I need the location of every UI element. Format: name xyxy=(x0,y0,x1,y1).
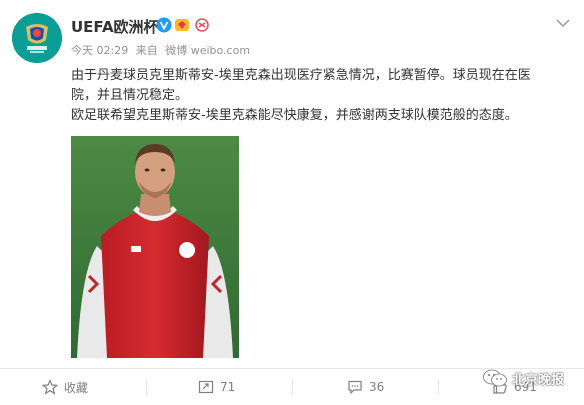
comment-count: 36 xyxy=(369,380,385,394)
favorite-button[interactable]: 收藏 xyxy=(42,369,88,405)
post-time[interactable]: 今天 02:29 xyxy=(71,44,128,57)
wechat-icon xyxy=(483,369,507,387)
watermark-text: 北京晚报 xyxy=(512,372,565,388)
player-photo xyxy=(71,136,239,358)
activity-badge-icon[interactable] xyxy=(194,17,210,33)
post-source[interactable]: 微博 weibo.com xyxy=(165,44,250,57)
repost-count: 71 xyxy=(220,380,236,394)
post-text-line: 欧足联希望克里斯蒂安-埃里克森能尽快康复，并感谢两支球队模范般的态度。 xyxy=(71,108,518,123)
action-separator xyxy=(438,379,439,395)
chevron-down-icon[interactable] xyxy=(556,18,570,28)
repost-button[interactable]: 71 xyxy=(198,369,235,405)
account-avatar[interactable] xyxy=(12,13,62,63)
euro2020-logo-icon xyxy=(12,13,62,63)
repost-icon xyxy=(198,380,214,394)
favorite-label: 收藏 xyxy=(64,380,89,395)
comment-icon xyxy=(348,380,362,395)
post-text: 由于丹麦球员克里斯蒂安-埃里克森出现医疗紧急情况，比赛暂停。球员现在在医 院，并… xyxy=(71,66,571,126)
action-separator xyxy=(146,379,147,395)
verified-icon xyxy=(156,17,172,33)
star-icon xyxy=(42,379,58,395)
action-separator xyxy=(292,379,293,395)
media-watermark: 北京晚报 xyxy=(482,368,564,388)
account-name[interactable]: UEFA欧洲杯 xyxy=(71,16,159,37)
post-text-line: 院，并且情况稳定。 xyxy=(71,88,189,103)
weibo-post-card: UEFA欧洲杯 今天 02:29 来自 微博 weibo.com 由于丹麦球员克… xyxy=(0,0,584,365)
post-text-line: 由于丹麦球员克里斯蒂安-埃里克森出现医疗紧急情况，比赛暂停。球员现在在医 xyxy=(71,68,531,83)
post-image[interactable] xyxy=(71,136,239,358)
member-medal-icon[interactable] xyxy=(174,17,190,33)
post-meta: 今天 02:29 来自 微博 weibo.com xyxy=(71,42,254,58)
comment-button[interactable]: 36 xyxy=(347,369,384,405)
post-from-label: 来自 xyxy=(135,44,158,57)
